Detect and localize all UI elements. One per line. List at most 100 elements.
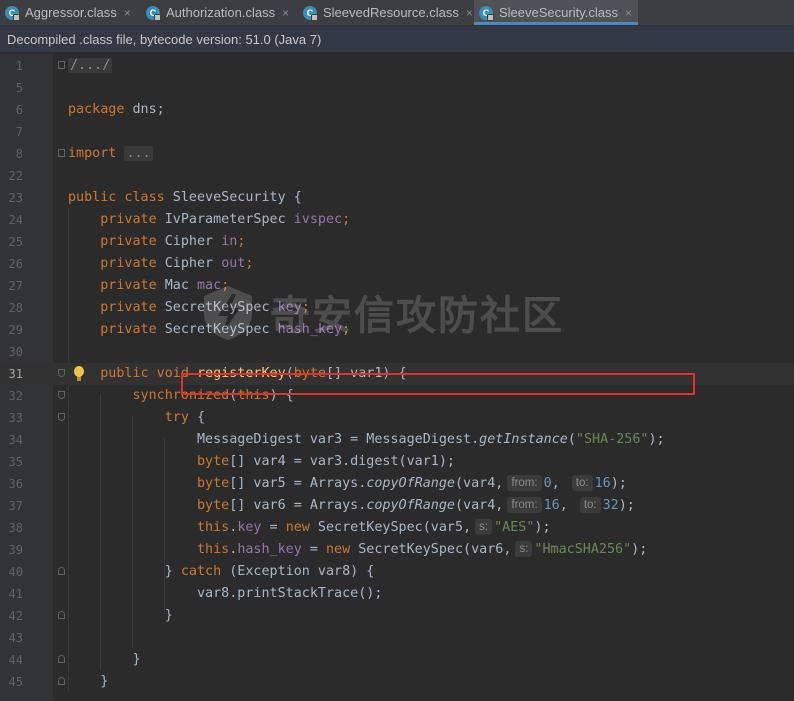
code-text: private Cipher in; (68, 231, 245, 253)
code-line[interactable]: 35 byte[] var4 = var3.digest(var1); (0, 451, 794, 473)
code-line[interactable]: 26 private Cipher out; (0, 253, 794, 275)
code-line[interactable]: 30 (0, 341, 794, 363)
line-number: 39 (8, 543, 23, 557)
code-token: MessageDigest var3 = MessageDigest. (68, 432, 480, 447)
code-token: byte (68, 454, 230, 469)
code-token: key (237, 520, 262, 535)
tab-label: SleeveSecurity.class (499, 5, 618, 20)
line-number: 22 (8, 169, 23, 183)
code-text: try { (68, 407, 205, 429)
fold-marker-icon[interactable] (58, 677, 65, 685)
close-icon[interactable]: × (466, 6, 473, 20)
code-token: /.../ (68, 58, 113, 73)
code-token: SleeveSecurity { (164, 190, 302, 205)
code-token: ); (648, 432, 665, 447)
code-token: SecretKeySpec(var6, (350, 542, 512, 557)
tab-sleevesecurity[interactable]: C SleeveSecurity.class × (474, 0, 638, 25)
code-line[interactable]: 29 private SecretKeySpec hash_key; (0, 319, 794, 341)
code-token: { (188, 410, 206, 425)
fold-marker-icon[interactable] (58, 567, 65, 575)
code-token: hash_key (237, 542, 302, 557)
code-line[interactable]: 43 (0, 627, 794, 649)
fold-expand-icon[interactable] (58, 61, 65, 69)
fold-marker-icon[interactable] (58, 391, 65, 399)
code-token: catch (180, 564, 222, 579)
code-token: Cipher (156, 234, 222, 249)
code-text: public class SleeveSecurity { (68, 187, 302, 209)
code-token: private (68, 234, 157, 249)
code-line[interactable]: 6 package dns; (0, 99, 794, 121)
code-token: Cipher (156, 256, 222, 271)
code-line[interactable]: 25 private Cipher in; (0, 231, 794, 253)
code-token: ); (631, 542, 648, 557)
code-token: out (221, 256, 246, 271)
code-token: private (68, 300, 157, 315)
code-token: private (68, 256, 157, 271)
parameter-hint: to: (579, 497, 601, 513)
code-line[interactable]: 24 private IvParameterSpec ivspec; (0, 209, 794, 231)
code-line[interactable]: 23 public class SleeveSecurity { (0, 187, 794, 209)
code-line[interactable]: 41 var8.printStackTrace(); (0, 583, 794, 605)
parameter-hint: from: (507, 475, 542, 491)
line-number: 36 (8, 477, 23, 491)
code-token: in (221, 234, 238, 249)
code-line[interactable]: 34 MessageDigest var3 = MessageDigest.ge… (0, 429, 794, 451)
code-line[interactable]: 22 (0, 165, 794, 187)
code-token: hash_key (277, 322, 343, 337)
code-token: public class (68, 190, 165, 205)
code-line[interactable]: 8 import ... (0, 143, 794, 165)
line-number: 40 (8, 565, 23, 579)
tab-aggressor[interactable]: C Aggressor.class × (0, 0, 141, 25)
code-line[interactable]: 27 private Mac mac; (0, 275, 794, 297)
code-line[interactable]: 7 (0, 121, 794, 143)
close-icon[interactable]: × (282, 6, 289, 20)
code-text: } (68, 605, 173, 627)
line-number: 32 (8, 389, 23, 403)
code-text: byte[] var6 = Arrays.copyOfRange(var4, fr… (68, 495, 635, 517)
tab-label: SleevedResource.class (323, 5, 459, 20)
code-line[interactable]: 1 /.../ (0, 55, 794, 77)
fold-marker-icon[interactable] (58, 655, 65, 663)
fold-marker-icon[interactable] (58, 611, 65, 619)
code-line[interactable]: 44 } (0, 649, 794, 671)
code-line[interactable]: 36 byte[] var5 = Arrays.copyOfRange(var4… (0, 473, 794, 495)
code-line[interactable]: 5 (0, 77, 794, 99)
close-icon[interactable]: × (625, 6, 632, 20)
highlight-box (181, 373, 695, 395)
code-text: package dns; (68, 99, 165, 121)
line-number: 5 (15, 81, 23, 95)
code-token: } (68, 564, 181, 579)
code-line[interactable]: 33 try { (0, 407, 794, 429)
code-line[interactable]: 42 } (0, 605, 794, 627)
tab-authorization[interactable]: C Authorization.class × (141, 0, 298, 25)
code-token: this (68, 542, 230, 557)
code-line[interactable]: 37 byte[] var6 = Arrays.copyOfRange(var4… (0, 495, 794, 517)
fold-marker-icon[interactable] (58, 413, 65, 421)
line-number: 31 (8, 367, 23, 381)
code-token: byte (68, 476, 230, 491)
parameter-hint: s: (515, 541, 533, 557)
tab-sleevedresource[interactable]: C SleevedResource.class × (298, 0, 474, 25)
code-token: , (551, 476, 568, 491)
code-token: = (261, 520, 286, 535)
code-token: "HmacSHA256" (534, 542, 632, 557)
code-token: ); (534, 520, 551, 535)
code-token: "SHA-256" (575, 432, 649, 447)
line-number: 23 (8, 191, 23, 205)
fold-marker-icon[interactable] (58, 369, 65, 377)
code-line[interactable]: 28 private SecretKeySpec key; (0, 297, 794, 319)
code-line[interactable]: 38 this.key = new SecretKeySpec(var5, s: "… (0, 517, 794, 539)
code-token: package (68, 102, 125, 117)
code-line[interactable]: 45 } (0, 671, 794, 693)
close-icon[interactable]: × (124, 6, 131, 20)
code-text: this.key = new SecretKeySpec(var5, s: "AES… (68, 517, 551, 539)
parameter-hint: s: (475, 519, 493, 535)
banner-text: Decompiled .class file, bytecode version… (7, 31, 322, 47)
code-token: ; (245, 256, 254, 271)
code-text: /.../ (68, 55, 113, 77)
fold-expand-icon[interactable] (58, 149, 65, 157)
code-token: mac (197, 278, 222, 293)
code-line[interactable]: 39 this.hash_key = new SecretKeySpec(var… (0, 539, 794, 561)
code-token: private (68, 322, 157, 337)
code-line[interactable]: 40 } catch (Exception var8) { (0, 561, 794, 583)
